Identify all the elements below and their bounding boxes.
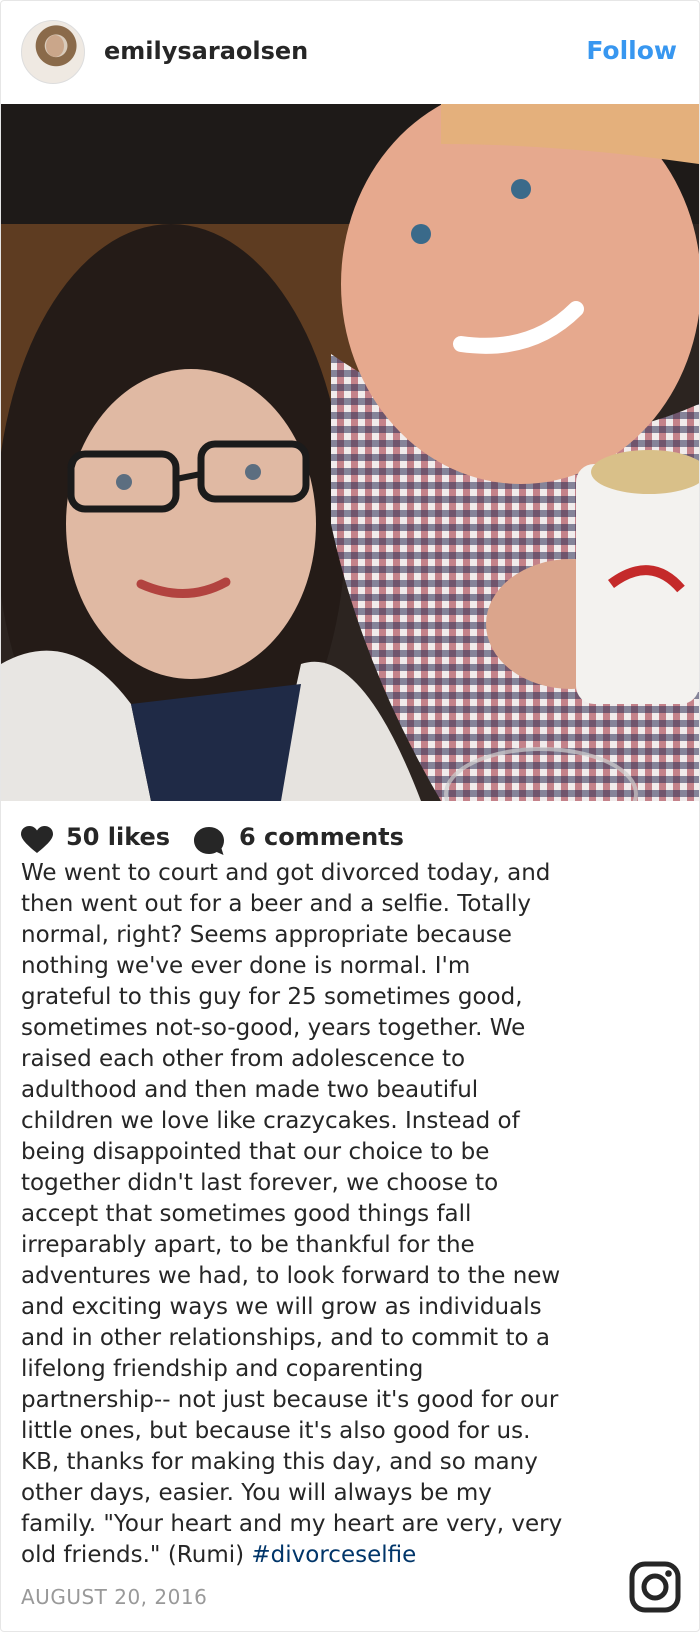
caption-line: sometimes not-so-good, years together. W… [21,1015,526,1041]
comments-count[interactable]: 6 comments [239,823,404,851]
caption-line: partnership-- not just because it's good… [21,1387,559,1413]
caption-line: We went to court and got divorced today,… [21,860,551,886]
post-caption: We went to court and got divorced today,… [21,858,641,1571]
hashtag-link[interactable]: #divorceselfie [251,1542,416,1568]
instagram-icon[interactable] [629,1561,681,1613]
caption-line: together didn't last forever, we choose … [21,1170,499,1196]
caption-line: lifelong friendship and coparenting [21,1356,424,1382]
post-stats: 50 likes 6 comments [21,821,681,857]
caption-line: and in other relationships, and to commi… [21,1325,550,1351]
instagram-post-card: emilysaraolsen Follow 50 likes 6 comment… [0,0,700,1632]
caption-line: children we love like crazycakes. Instea… [21,1108,520,1134]
caption-line: irreparably apart, to be thankful for th… [21,1232,475,1258]
caption-line: family. "Your heart and my heart are ver… [21,1511,563,1537]
caption-line: old friends." (Rumi) #divorceselfie [21,1540,641,1571]
follow-button[interactable]: Follow [586,36,677,65]
caption-line: grateful to this guy for 25 sometimes go… [21,984,523,1010]
caption-line: raised each other from adolescence to [21,1046,466,1072]
caption-line: KB, thanks for making this day, and so m… [21,1449,538,1475]
caption-line: other days, easier. You will always be m… [21,1480,492,1506]
caption-line: then went out for a beer and a selfie. T… [21,891,531,917]
post-header: emilysaraolsen Follow [1,1,699,103]
caption-line: little ones, but because it's also good … [21,1418,531,1444]
caption-line: and exciting ways we will grow as indivi… [21,1294,542,1320]
caption-line: normal, right? Seems appropriate because [21,922,512,948]
caption-line: accept that sometimes good things fall [21,1201,472,1227]
likes-count[interactable]: 50 likes [66,823,170,851]
post-photo[interactable] [1,104,699,801]
post-date: AUGUST 20, 2016 [21,1585,208,1609]
caption-line: adventures we had, to look forward to th… [21,1263,561,1289]
avatar[interactable] [21,20,85,84]
caption-line-text: old friends." (Rumi) [21,1542,252,1568]
caption-line: being disappointed that our choice to be [21,1139,490,1165]
caption-line: adulthood and then made two beautiful [21,1077,479,1103]
heart-icon[interactable] [21,826,53,854]
caption-line: nothing we've ever done is normal. I'm [21,953,471,979]
comment-bubble-icon[interactable] [193,826,225,856]
username[interactable]: emilysaraolsen [104,37,308,65]
